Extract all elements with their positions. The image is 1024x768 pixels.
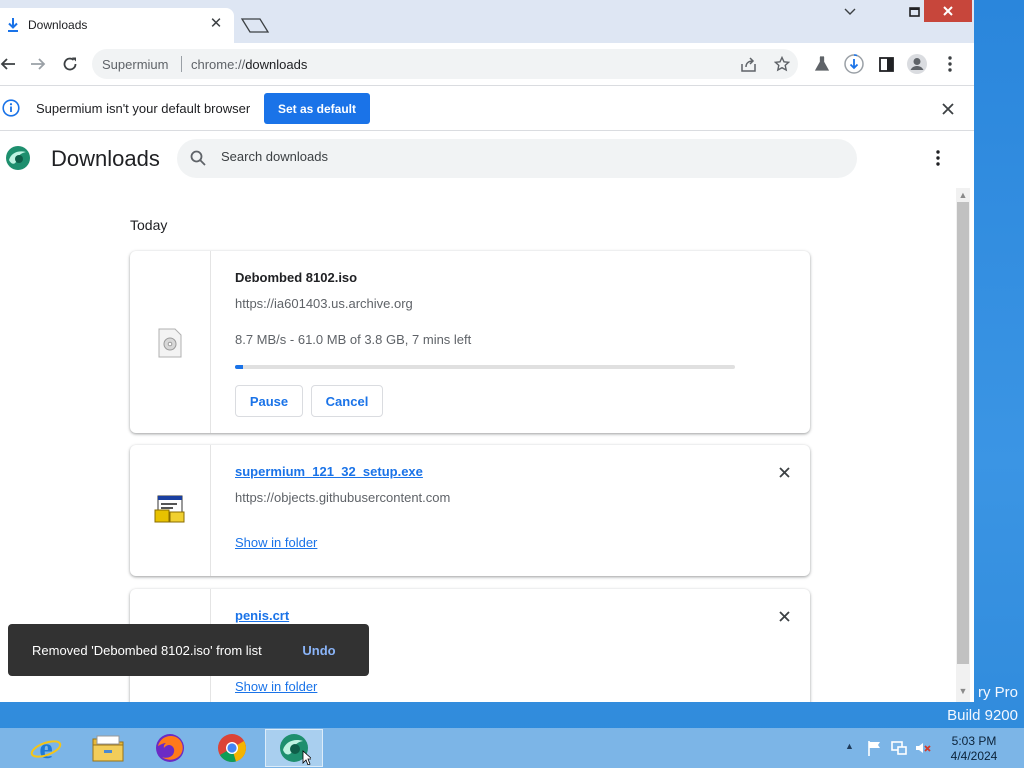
- volume-muted-icon[interactable]: [914, 739, 932, 757]
- url-scheme: chrome://: [191, 57, 246, 72]
- info-icon: [2, 99, 20, 117]
- supermium-icon: [280, 734, 311, 765]
- download-source-url: https://objects.githubusercontent.com: [235, 490, 451, 505]
- chrome-icon: [218, 734, 246, 763]
- internet-explorer-icon: e: [30, 732, 62, 764]
- download-source-url: https://ia601403.us.archive.org: [235, 296, 413, 311]
- undo-button[interactable]: Undo: [294, 636, 344, 664]
- toolbar: Supermium chrome://downloads: [0, 43, 974, 85]
- scroll-thumb[interactable]: [957, 202, 969, 664]
- show-hidden-icons-icon[interactable]: ▲: [845, 741, 857, 753]
- default-browser-infobar: Supermium isn't your default browser Set…: [0, 85, 974, 131]
- labs-flask-icon[interactable]: [810, 52, 834, 76]
- download-item-debombed: Debombed 8102.iso https://ia601403.us.ar…: [130, 251, 810, 433]
- firefox-icon: [156, 734, 184, 762]
- clock-time: 5:03 PM: [951, 734, 997, 748]
- scroll-up-arrow-icon[interactable]: ▲: [956, 188, 970, 202]
- clock-date: 4/4/2024: [950, 749, 998, 763]
- remove-from-list-icon[interactable]: [774, 606, 794, 626]
- svg-text:e: e: [39, 732, 52, 764]
- address-bar[interactable]: Supermium chrome://downloads: [92, 49, 798, 79]
- downloads-toolbar-icon[interactable]: [842, 52, 866, 76]
- disc-image-file-icon: [158, 328, 182, 358]
- page-scrollbar[interactable]: ▲ ▼: [956, 188, 970, 702]
- file-icon-column: [130, 251, 211, 433]
- show-in-folder-link[interactable]: Show in folder: [235, 679, 317, 694]
- show-in-folder-link[interactable]: Show in folder: [235, 535, 317, 550]
- desktop-watermark-edition: ry Pro: [977, 684, 1018, 701]
- infobar-message: Supermium isn't your default browser: [36, 101, 251, 116]
- omnibox-site-chip: Supermium: [102, 57, 169, 72]
- close-window-icon[interactable]: [924, 0, 972, 22]
- set-as-default-button[interactable]: Set as default: [264, 93, 370, 124]
- folder-icon: [92, 735, 124, 762]
- minimize-icon[interactable]: [832, 0, 868, 24]
- profile-avatar-icon[interactable]: [905, 52, 929, 76]
- title-bar: Downloads ✕: [0, 0, 974, 43]
- download-icon: [8, 18, 18, 32]
- download-file-name: Debombed 8102.iso: [235, 270, 358, 285]
- removed-toast: Removed 'Debombed 8102.iso' from list Un…: [8, 624, 369, 676]
- taskbar-supermium[interactable]: [265, 729, 323, 767]
- infobar-close-icon[interactable]: [938, 99, 958, 119]
- download-progress-status: 8.7 MB/s - 61.0 MB of 3.8 GB, 7 mins lef…: [235, 332, 472, 347]
- tab-title: Downloads: [28, 18, 88, 32]
- desktop-watermark-build: Build 9200: [947, 707, 1018, 724]
- page-title: Downloads: [51, 146, 160, 171]
- back-button[interactable]: [0, 52, 20, 76]
- cancel-button[interactable]: Cancel: [311, 385, 383, 417]
- network-icon[interactable]: [890, 739, 908, 757]
- downloads-header: Downloads: [0, 132, 974, 186]
- bookmark-star-icon[interactable]: [772, 54, 792, 74]
- omnibox-url[interactable]: chrome://downloads: [191, 57, 307, 72]
- taskbar-file-explorer[interactable]: [79, 729, 137, 767]
- browser-window: Downloads ✕ Supermium chrome://downloads: [0, 0, 974, 702]
- installer-file-icon: [154, 495, 185, 523]
- browser-menu-icon[interactable]: [938, 52, 962, 76]
- reload-button[interactable]: [58, 52, 82, 76]
- tab-close-icon[interactable]: ✕: [208, 16, 224, 32]
- downloads-page: Downloads ▲ ▼ Today Debombed 8102.iso ht…: [0, 132, 974, 702]
- forward-button[interactable]: [26, 52, 50, 76]
- tab-downloads[interactable]: Downloads ✕: [0, 8, 234, 43]
- side-panel-icon[interactable]: [874, 52, 898, 76]
- pause-button[interactable]: Pause: [235, 385, 303, 417]
- search-icon: [190, 150, 206, 166]
- download-item-supermium-setup: supermium_121_32_setup.exe https://objec…: [130, 445, 810, 576]
- downloads-more-icon[interactable]: [928, 148, 948, 168]
- supermium-logo-icon: [6, 146, 30, 170]
- share-icon[interactable]: [738, 54, 758, 74]
- taskbar: e ▲ 5:03 PM 4/4/2024: [0, 728, 1024, 768]
- omnibox-separator: [181, 56, 182, 72]
- download-file-link[interactable]: supermium_121_32_setup.exe: [235, 464, 423, 479]
- search-input[interactable]: [221, 149, 821, 164]
- download-progress-bar: [235, 365, 735, 369]
- taskbar-firefox[interactable]: [141, 729, 199, 767]
- downloads-search-box[interactable]: [177, 139, 857, 178]
- date-section-today: Today: [130, 217, 168, 233]
- remove-from-list-icon[interactable]: [774, 462, 794, 482]
- taskbar-chrome[interactable]: [203, 729, 261, 767]
- url-path: downloads: [245, 57, 308, 72]
- system-clock[interactable]: 5:03 PM 4/4/2024: [946, 734, 1002, 764]
- toast-message: Removed 'Debombed 8102.iso' from list: [32, 643, 262, 658]
- action-center-flag-icon[interactable]: [866, 739, 884, 757]
- file-icon-column: [130, 445, 211, 576]
- download-file-link[interactable]: penis.crt: [235, 608, 289, 623]
- scroll-down-arrow-icon[interactable]: ▼: [956, 684, 970, 698]
- taskbar-internet-explorer[interactable]: e: [17, 729, 75, 767]
- new-tab-icon[interactable]: [240, 16, 270, 34]
- download-progress-fill: [235, 365, 243, 369]
